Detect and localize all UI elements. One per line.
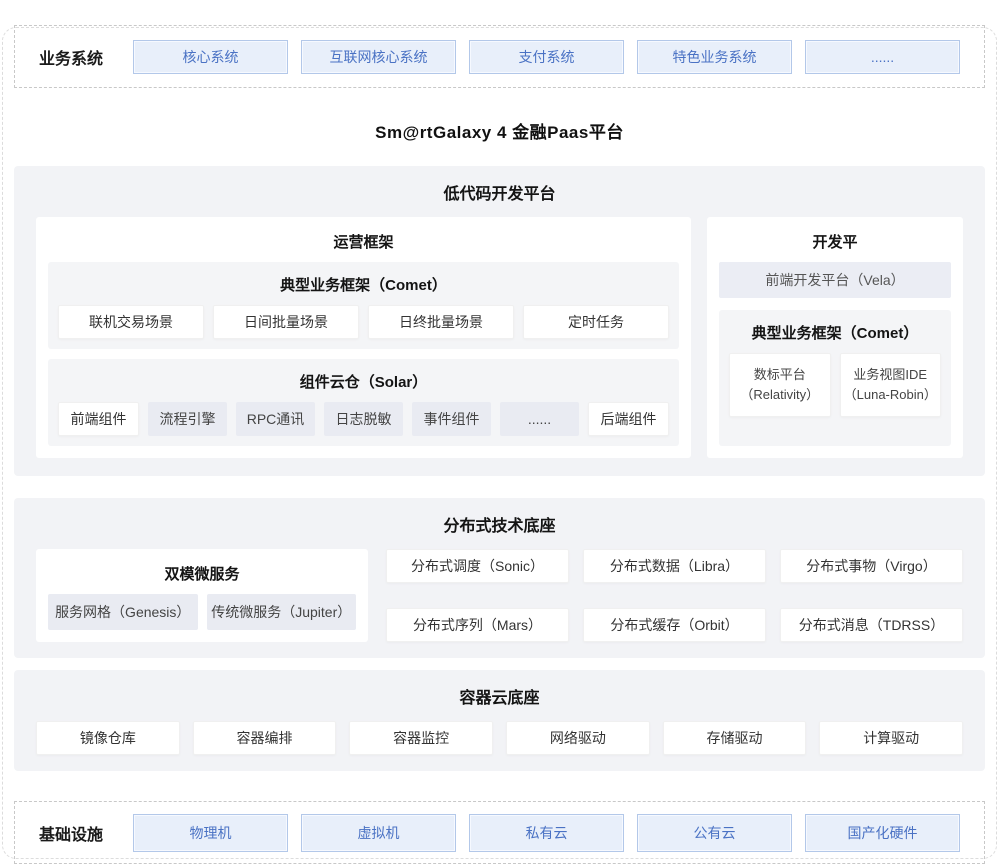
operation-framework-title: 运营框架 xyxy=(48,227,679,262)
dev-comet-framework-box: 典型业务框架（Comet） 数标平台 （Relativity） 业务视图IDE … xyxy=(719,310,951,446)
dist-item-transaction-virgo[interactable]: 分布式事物（Virgo） xyxy=(780,549,963,583)
infra-button-domestic-hardware[interactable]: 国产化硬件 xyxy=(805,814,960,852)
business-system-button-internet-core[interactable]: 互联网核心系统 xyxy=(301,40,456,74)
solar-item-backend-component[interactable]: 后端组件 xyxy=(588,402,669,436)
lowcode-platform-section: 低代码开发平台 运营框架 典型业务框架（Comet） 联机交易场景 日间批量场景… xyxy=(14,166,985,476)
infra-button-private-cloud[interactable]: 私有云 xyxy=(469,814,624,852)
dual-item-service-mesh-genesis[interactable]: 服务网格（Genesis） xyxy=(48,594,198,630)
lowcode-section-title: 低代码开发平台 xyxy=(36,180,963,204)
distributed-section-title: 分布式技术底座 xyxy=(36,512,963,536)
frontend-dev-platform-vela-button[interactable]: 前端开发平台（Vela） xyxy=(719,262,951,298)
dev-item-relativity[interactable]: 数标平台 （Relativity） xyxy=(729,353,831,417)
container-section-title: 容器云底座 xyxy=(36,684,963,708)
container-item-image-registry[interactable]: 镜像仓库 xyxy=(36,721,180,755)
infra-button-physical-machine[interactable]: 物理机 xyxy=(133,814,288,852)
dev-platform-box: 开发平 前端开发平台（Vela） 典型业务框架（Comet） 数标平台 （Rel… xyxy=(707,217,963,458)
dual-mode-microservice-box: 双模微服务 服务网格（Genesis） 传统微服务（Jupiter） xyxy=(36,549,368,642)
distributed-services-grid: 分布式调度（Sonic） 分布式数据（Libra） 分布式事物（Virgo） 分… xyxy=(386,549,963,642)
business-systems-bar: 业务系统 核心系统 互联网核心系统 支付系统 特色业务系统 ...... xyxy=(14,25,985,88)
comet-item-online-trading[interactable]: 联机交易场景 xyxy=(58,305,204,339)
container-item-orchestration[interactable]: 容器编排 xyxy=(193,721,337,755)
solar-item-log-masking[interactable]: 日志脱敏 xyxy=(324,402,403,436)
comet-framework-title: 典型业务框架（Comet） xyxy=(58,270,669,305)
business-system-button-core[interactable]: 核心系统 xyxy=(133,40,288,74)
platform-title: Sm@rtGalaxy 4 金融Paas平台 xyxy=(14,118,985,143)
dev-item-relativity-name: 数标平台 xyxy=(754,365,806,385)
solar-item-event-component[interactable]: 事件组件 xyxy=(412,402,491,436)
dev-comet-framework-title: 典型业务框架（Comet） xyxy=(729,318,941,353)
comet-item-endofday-batch[interactable]: 日终批量场景 xyxy=(368,305,514,339)
infra-button-virtual-machine[interactable]: 虚拟机 xyxy=(301,814,456,852)
container-item-network-driver[interactable]: 网络驱动 xyxy=(506,721,650,755)
dual-item-traditional-microservice-jupiter[interactable]: 传统微服务（Jupiter） xyxy=(207,594,357,630)
comet-item-daytime-batch[interactable]: 日间批量场景 xyxy=(213,305,359,339)
dist-item-sequence-mars[interactable]: 分布式序列（Mars） xyxy=(386,608,569,642)
comet-item-scheduled-task[interactable]: 定时任务 xyxy=(523,305,669,339)
distributed-base-section: 分布式技术底座 双模微服务 服务网格（Genesis） 传统微服务（Jupite… xyxy=(14,498,985,658)
solar-item-process-engine[interactable]: 流程引擎 xyxy=(148,402,227,436)
dev-platform-title: 开发平 xyxy=(719,227,951,262)
dist-item-message-tdrss[interactable]: 分布式消息（TDRSS） xyxy=(780,608,963,642)
architecture-diagram: 业务系统 核心系统 互联网核心系统 支付系统 特色业务系统 ...... Sm@… xyxy=(0,25,999,864)
infrastructure-bar: 基础设施 物理机 虚拟机 私有云 公有云 国产化硬件 xyxy=(14,801,985,864)
solar-item-frontend-component[interactable]: 前端组件 xyxy=(58,402,139,436)
business-system-button-special[interactable]: 特色业务系统 xyxy=(637,40,792,74)
container-cloud-section: 容器云底座 镜像仓库 容器编排 容器监控 网络驱动 存储驱动 计算驱动 xyxy=(14,670,985,771)
infrastructure-label: 基础设施 xyxy=(39,821,103,845)
solar-component-box: 组件云仓（Solar） 前端组件 流程引擎 RPC通讯 日志脱敏 事件组件 ..… xyxy=(48,359,679,446)
dual-mode-microservice-title: 双模微服务 xyxy=(48,559,356,594)
infrastructure-buttons: 物理机 虚拟机 私有云 公有云 国产化硬件 xyxy=(133,814,960,852)
container-item-monitoring[interactable]: 容器监控 xyxy=(349,721,493,755)
comet-framework-box: 典型业务框架（Comet） 联机交易场景 日间批量场景 日终批量场景 定时任务 xyxy=(48,262,679,349)
infra-button-public-cloud[interactable]: 公有云 xyxy=(637,814,792,852)
business-system-button-payment[interactable]: 支付系统 xyxy=(469,40,624,74)
dist-item-data-libra[interactable]: 分布式数据（Libra） xyxy=(583,549,766,583)
operation-framework-box: 运营框架 典型业务框架（Comet） 联机交易场景 日间批量场景 日终批量场景 … xyxy=(36,217,691,458)
container-item-storage-driver[interactable]: 存储驱动 xyxy=(663,721,807,755)
dev-item-luna-robin-code: （Luna-Robin） xyxy=(844,385,937,405)
container-item-compute-driver[interactable]: 计算驱动 xyxy=(819,721,963,755)
business-systems-label: 业务系统 xyxy=(39,45,103,69)
business-systems-buttons: 核心系统 互联网核心系统 支付系统 特色业务系统 ...... xyxy=(133,40,960,74)
business-system-button-more[interactable]: ...... xyxy=(805,40,960,74)
dev-item-luna-robin[interactable]: 业务视图IDE （Luna-Robin） xyxy=(840,353,942,417)
dev-item-luna-robin-name: 业务视图IDE xyxy=(853,365,927,385)
dist-item-scheduling-sonic[interactable]: 分布式调度（Sonic） xyxy=(386,549,569,583)
dev-item-relativity-code: （Relativity） xyxy=(740,385,819,405)
solar-item-more[interactable]: ...... xyxy=(500,402,579,436)
dist-item-cache-orbit[interactable]: 分布式缓存（Orbit） xyxy=(583,608,766,642)
solar-component-title: 组件云仓（Solar） xyxy=(58,367,669,402)
solar-item-rpc-comm[interactable]: RPC通讯 xyxy=(236,402,315,436)
